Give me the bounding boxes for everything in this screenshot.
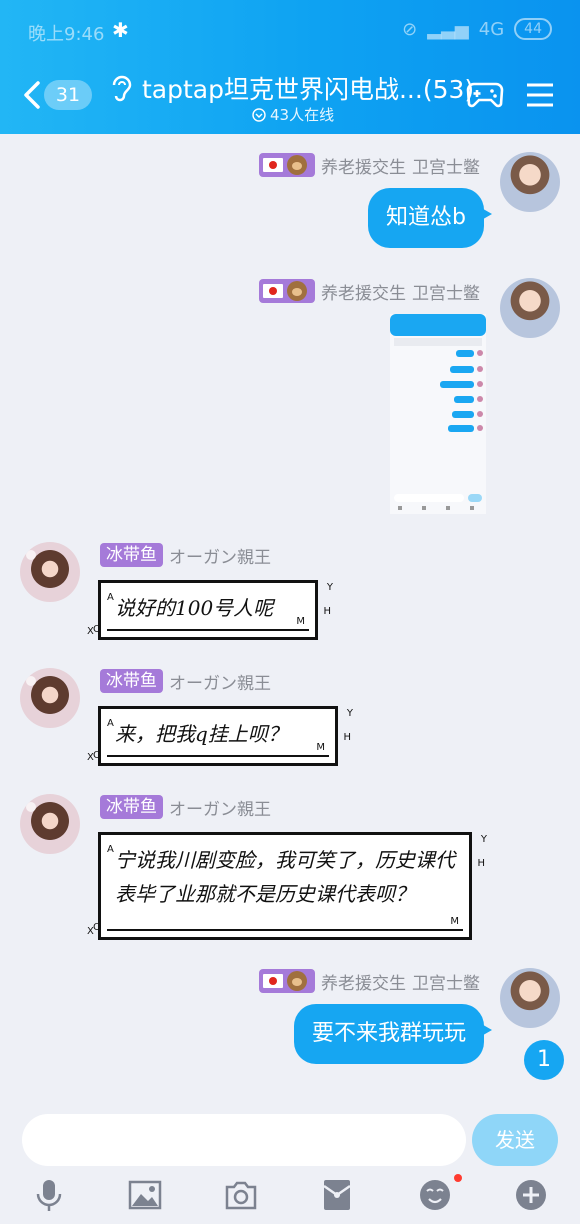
ear-icon[interactable] — [110, 74, 132, 104]
message-bubble[interactable]: 宁说我川剧变脸，我可笑了，历史课代表毕了业那就不是历史课代表呗？ A Y H O… — [87, 832, 487, 940]
axis-label: O — [93, 624, 101, 635]
gamepad-icon[interactable] — [466, 78, 504, 110]
plus-icon[interactable] — [514, 1178, 548, 1212]
sender-title: 冰带鱼 — [100, 795, 163, 819]
message-text: 说好的100号人呢 — [115, 596, 274, 620]
status-time: 晚上9:46 — [28, 24, 105, 45]
axis-label: M — [296, 616, 305, 627]
sender-line: 养老援交生 卫宫士鳖 — [259, 278, 480, 304]
axis-label: O — [93, 750, 101, 761]
image-message[interactable] — [390, 314, 486, 514]
message-bubble[interactable]: 来，把我q挂上呗？ A Y H O X M — [87, 706, 353, 766]
axis-label: M — [316, 742, 325, 753]
message-bubble[interactable]: 要不来我群玩玩 — [293, 1004, 493, 1064]
sender-title-badge — [259, 279, 315, 303]
sender-title: 冰带鱼 — [100, 669, 163, 693]
axis-label: A — [107, 844, 114, 855]
group-title[interactable]: taptap坦克世界闪电战...(53) — [142, 70, 474, 106]
sender-line: 冰带鱼 オーガン親王 — [100, 542, 271, 568]
network-type: 4G — [478, 18, 505, 40]
chat-header: 晚上9:46 ✱ ⊘ ▂▃▅ 4G 44 31 taptap坦克世界闪电战...… — [0, 0, 580, 134]
emoji-icon[interactable] — [418, 1178, 452, 1212]
online-count: 43人在线 — [270, 106, 335, 124]
sender-line: 冰带鱼 オーガン親王 — [100, 794, 271, 820]
monkey-icon — [287, 971, 307, 991]
axis-label: M — [450, 916, 459, 927]
sender-line: 冰带鱼 オーガン親王 — [100, 668, 271, 694]
avatar[interactable] — [20, 542, 80, 602]
message-bubble[interactable]: 说好的100号人呢 A Y H O X M — [87, 580, 333, 640]
send-button[interactable]: 发送 — [472, 1114, 558, 1166]
bubble-decoration — [107, 629, 309, 631]
sender-title: 养老援交生 — [321, 283, 406, 304]
axis-label: H — [343, 732, 351, 743]
notification-dot — [454, 1174, 462, 1182]
status-indicators: ⊘ ▂▃▅ 4G 44 — [402, 18, 552, 40]
red-packet-icon[interactable] — [320, 1178, 354, 1212]
sender-title: 养老援交生 — [321, 157, 406, 178]
microphone-icon[interactable] — [32, 1178, 66, 1212]
sender-name: オーガン親王 — [169, 799, 271, 820]
japan-flag-icon — [263, 974, 283, 988]
message-text: 宁说我川剧变脸，我可笑了，历史课代表毕了业那就不是历史课代表呗？ — [115, 848, 455, 906]
axis-label: A — [107, 592, 114, 603]
bluetooth-icon: ✱ — [112, 18, 129, 42]
axis-label: O — [93, 922, 101, 933]
sender-name: オーガン親王 — [169, 673, 271, 694]
battery-level: 44 — [524, 21, 542, 37]
axis-label: H — [477, 858, 485, 869]
battery-icon: 44 — [514, 18, 552, 40]
unread-count-badge: 31 — [44, 80, 92, 110]
message-bubble[interactable]: 知道怂b — [368, 188, 492, 248]
axis-label: X — [87, 626, 94, 637]
avatar[interactable] — [500, 278, 560, 338]
signal-icon: ▂▃▅ — [427, 18, 469, 40]
new-message-badge[interactable]: 1 — [524, 1040, 564, 1080]
avatar[interactable] — [500, 968, 560, 1028]
sender-name: 卫宫士鳖 — [412, 973, 480, 994]
axis-label: A — [107, 718, 114, 729]
menu-icon[interactable] — [526, 82, 554, 108]
avatar[interactable] — [500, 152, 560, 212]
sender-name: 卫宫士鳖 — [412, 283, 480, 304]
online-status: 43人在线 — [252, 104, 334, 125]
bubble-decoration — [107, 929, 463, 931]
sender-title-badge — [259, 969, 315, 993]
chevron-left-icon — [24, 81, 40, 109]
japan-flag-icon — [263, 284, 283, 298]
bubble-decoration — [107, 755, 329, 757]
message-text: 来，把我q挂上呗？ — [115, 722, 288, 746]
back-button[interactable]: 31 — [22, 78, 94, 114]
status-bar: 晚上9:46 ✱ ⊘ ▂▃▅ 4G 44 — [28, 18, 552, 46]
japan-flag-icon — [263, 158, 283, 172]
input-bar: 发送 — [0, 1104, 580, 1224]
online-icon — [252, 107, 266, 122]
sender-line: 养老援交生 卫宫士鳖 — [259, 152, 480, 178]
avatar[interactable] — [20, 794, 80, 854]
sender-title: 冰带鱼 — [100, 543, 163, 567]
sender-title: 养老援交生 — [321, 973, 406, 994]
monkey-icon — [287, 155, 307, 175]
sender-name: オーガン親王 — [169, 547, 271, 568]
sender-title-badge — [259, 153, 315, 177]
alarm-off-icon: ⊘ — [402, 18, 418, 40]
axis-label: H — [323, 606, 331, 617]
sender-line: 养老援交生 卫宫士鳖 — [259, 968, 480, 994]
image-icon[interactable] — [128, 1178, 162, 1212]
message-input[interactable] — [22, 1114, 466, 1166]
axis-label: X — [87, 752, 94, 763]
camera-icon[interactable] — [224, 1178, 258, 1212]
avatar[interactable] — [20, 668, 80, 728]
sender-name: 卫宫士鳖 — [412, 157, 480, 178]
axis-label: X — [87, 926, 94, 937]
monkey-icon — [287, 281, 307, 301]
